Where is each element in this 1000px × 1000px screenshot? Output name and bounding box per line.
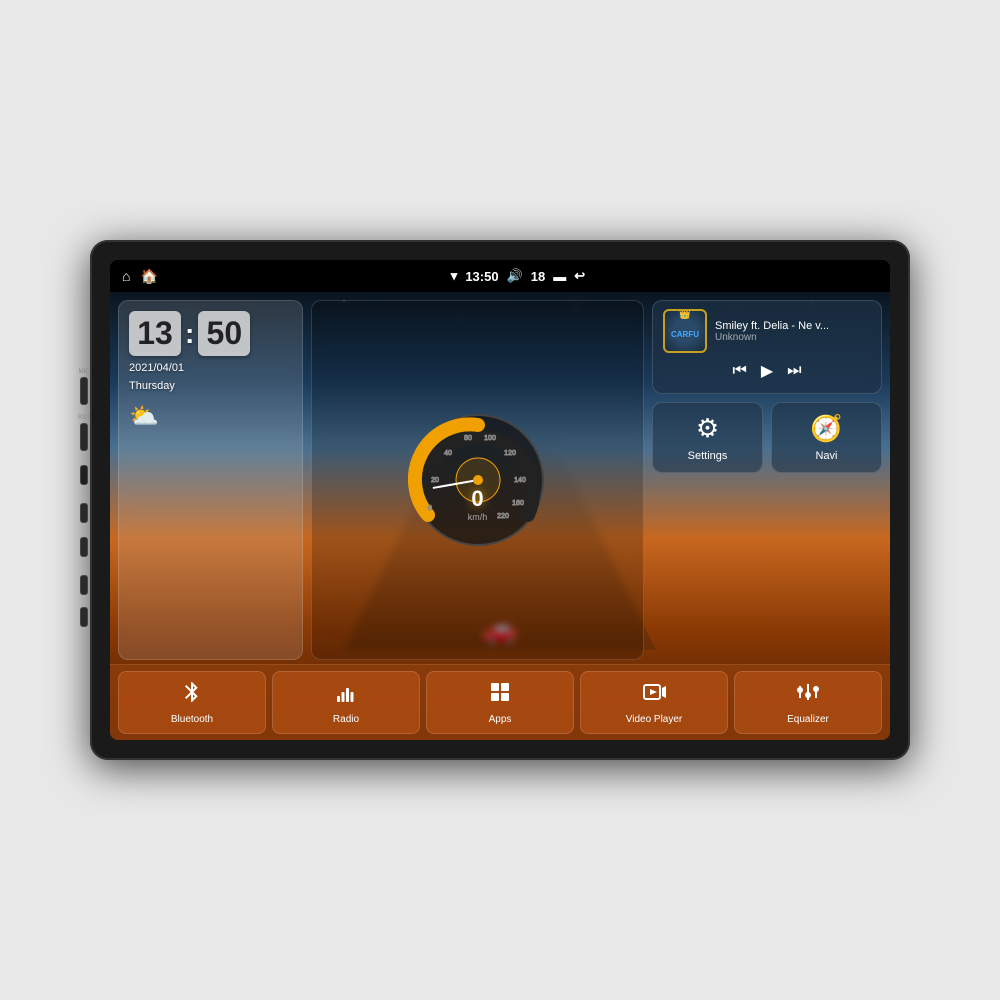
speedo-value: 0 km/h xyxy=(468,486,488,522)
equalizer-label: Equalizer xyxy=(787,714,829,725)
clock-hours: 13 xyxy=(129,311,181,356)
speed-number: 0 xyxy=(468,486,488,512)
settings-widget[interactable]: ⚙ Settings xyxy=(652,402,763,473)
app-bar: Bluetooth Radio xyxy=(110,664,890,740)
next-button[interactable]: ⏭ xyxy=(787,361,801,381)
crown-icon: 👑 xyxy=(679,309,691,320)
svg-text:100: 100 xyxy=(484,435,496,442)
navi-widget[interactable]: 🧭 Navi xyxy=(771,402,882,473)
apps-button[interactable]: Apps xyxy=(426,671,574,734)
radio-icon xyxy=(334,680,358,710)
speedo-container: 0 20 40 80 100 120 140 160 220 xyxy=(408,410,548,550)
bottom-right-widgets: ⚙ Settings 🧭 Navi xyxy=(652,402,882,473)
volume-value: 18 xyxy=(531,269,545,284)
car-stereo-device: MIC RST ⌂ 🏠 ▾ xyxy=(90,240,910,760)
svg-text:80: 80 xyxy=(464,435,472,442)
bluetooth-label: Bluetooth xyxy=(171,714,213,725)
play-button[interactable]: ▶ xyxy=(761,361,773,381)
album-art: 👑 CARFU xyxy=(663,309,707,353)
volume-icon[interactable]: 🔊 xyxy=(507,268,523,284)
settings-icon: ⚙ xyxy=(696,413,719,444)
status-center: ▾ 13:50 🔊 18 ▬ ↩ xyxy=(451,268,585,284)
clock-display: 13 : 50 xyxy=(129,311,292,356)
apps-label: Apps xyxy=(489,714,512,725)
speedometer-widget: 0 20 40 80 100 120 140 160 220 xyxy=(311,300,644,660)
navi-label: Navi xyxy=(815,450,837,462)
status-bar: ⌂ 🏠 ▾ 13:50 🔊 18 ▬ ↩ xyxy=(110,260,890,292)
video-player-label: Video Player xyxy=(626,714,683,725)
wifi-icon: ▾ xyxy=(451,268,458,284)
vol-up-button[interactable] xyxy=(80,575,88,595)
house-icon[interactable]: 🏠 xyxy=(140,268,157,285)
svg-text:20: 20 xyxy=(431,477,439,484)
music-artist: Unknown xyxy=(715,332,871,343)
bluetooth-icon xyxy=(180,680,204,710)
weather-row: ⛅ xyxy=(129,402,292,431)
music-title: Smiley ft. Delia - Ne v... xyxy=(715,320,871,332)
widgets-row: 13 : 50 2021/04/01 Thursday ⛅ xyxy=(110,292,890,664)
music-info: Smiley ft. Delia - Ne v... Unknown xyxy=(715,320,871,343)
video-player-button[interactable]: Video Player xyxy=(580,671,728,734)
speed-unit: km/h xyxy=(468,512,488,522)
svg-text:40: 40 xyxy=(444,450,452,457)
weather-icon: ⛅ xyxy=(129,402,159,431)
radio-button[interactable]: Radio xyxy=(272,671,420,734)
album-logo-text: CARFU xyxy=(671,330,699,339)
svg-text:160: 160 xyxy=(512,500,524,507)
battery-icon: ▬ xyxy=(553,269,566,284)
status-time: 13:50 xyxy=(465,269,498,284)
rst-button[interactable] xyxy=(80,423,88,451)
svg-text:140: 140 xyxy=(514,477,526,484)
power-button[interactable] xyxy=(80,465,88,485)
radio-label: Radio xyxy=(333,714,359,725)
apps-icon xyxy=(488,680,512,710)
prev-button[interactable]: ⏮ xyxy=(732,361,746,381)
mic-label: MIC xyxy=(79,369,90,375)
equalizer-icon xyxy=(796,680,820,710)
home-icon[interactable]: ⌂ xyxy=(122,268,130,284)
speedo-svg: 0 20 40 80 100 120 140 160 220 xyxy=(408,410,548,550)
clock-day: Thursday xyxy=(129,380,292,392)
back-icon[interactable]: ↩ xyxy=(574,268,585,284)
home-button[interactable] xyxy=(80,503,88,523)
clock-widget: 13 : 50 2021/04/01 Thursday ⛅ xyxy=(118,300,303,660)
music-widget: 👑 CARFU Smiley ft. Delia - Ne v... Unkno… xyxy=(652,300,882,394)
screen: ⌂ 🏠 ▾ 13:50 🔊 18 ▬ ↩ 🚗 xyxy=(110,260,890,740)
svg-text:220: 220 xyxy=(497,513,509,520)
music-controls: ⏮ ▶ ⏭ xyxy=(663,357,871,385)
status-left: ⌂ 🏠 xyxy=(122,268,158,285)
settings-label: Settings xyxy=(688,450,728,462)
clock-minutes: 50 xyxy=(198,311,250,356)
mic-button[interactable] xyxy=(80,377,88,405)
right-widgets: 👑 CARFU Smiley ft. Delia - Ne v... Unkno… xyxy=(652,300,882,660)
equalizer-button[interactable]: Equalizer xyxy=(734,671,882,734)
rst-label: RST xyxy=(78,415,90,421)
back-button[interactable] xyxy=(80,537,88,557)
side-controls: MIC RST xyxy=(78,369,90,631)
svg-text:120: 120 xyxy=(504,450,516,457)
music-top: 👑 CARFU Smiley ft. Delia - Ne v... Unkno… xyxy=(663,309,871,353)
clock-sep: : xyxy=(185,318,194,350)
clock-date: 2021/04/01 xyxy=(129,362,292,374)
vol-down-button[interactable] xyxy=(80,607,88,627)
video-icon xyxy=(642,680,666,710)
navi-icon: 🧭 xyxy=(810,413,842,444)
bluetooth-button[interactable]: Bluetooth xyxy=(118,671,266,734)
main-content: 🚗 13 : 50 2021/04/01 Thursday ⛅ xyxy=(110,292,890,740)
svg-text:0: 0 xyxy=(428,505,432,512)
